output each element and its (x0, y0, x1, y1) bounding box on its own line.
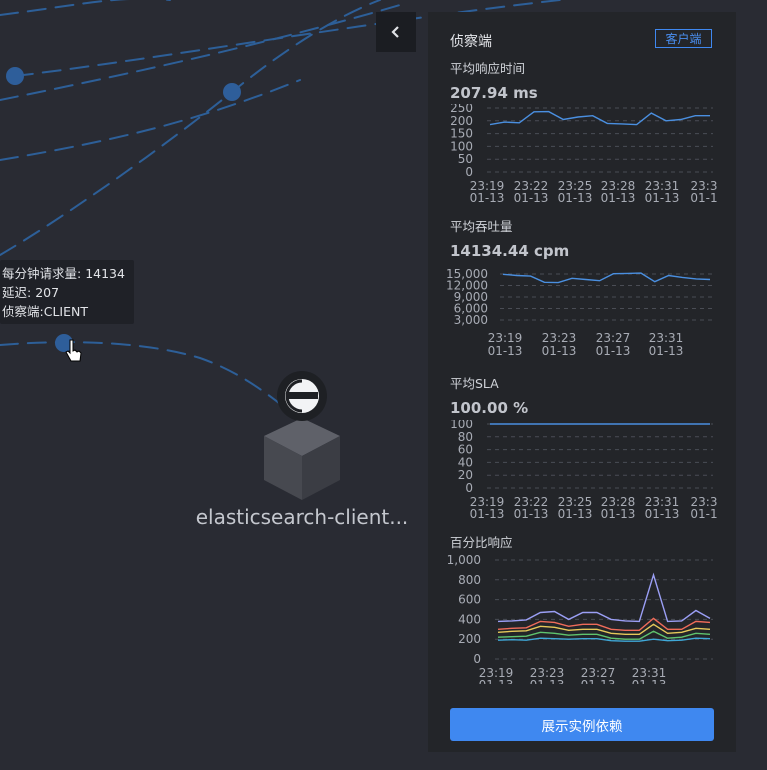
response-time-chart[interactable]: 25020015010050023:1901-1323:2201-1323:25… (428, 104, 736, 208)
topology-edge[interactable] (0, 0, 381, 256)
series-line (497, 572, 711, 623)
y-tick-label: 600 (458, 593, 481, 607)
y-tick-label: 0 (473, 652, 481, 666)
panel-title: 侦察端 (450, 34, 492, 50)
x-tick-date: 01-13 (596, 344, 631, 358)
avg-response-time-label: 平均响应时间 (450, 61, 526, 76)
tooltip-value: CLIENT (43, 304, 88, 319)
service-node[interactable] (264, 418, 340, 500)
avg-sla-value: 100.00 % (450, 399, 529, 417)
edge-tooltip: 每分钟请求量: 14134 延迟: 207 侦察端:CLIENT (0, 260, 134, 324)
client-badge[interactable]: 客户端 (655, 29, 712, 48)
elasticsearch-icon (277, 371, 327, 421)
x-tick-date: 01-13 (649, 344, 684, 358)
collapse-panel-button[interactable] (376, 12, 416, 52)
x-tick-time: 23:19 (488, 331, 523, 345)
y-tick-label: 400 (458, 612, 481, 626)
x-tick-time: 23:31 (649, 331, 684, 345)
x-tick-date: 01-13 (530, 678, 565, 684)
tooltip-label: 延迟: (2, 285, 36, 300)
x-tick-date: 01-13 (601, 191, 636, 205)
metrics-panel: 侦察端 客户端 平均响应时间 207.94 ms 250 200 150 100 50 0… (428, 12, 736, 752)
topology-edge[interactable] (0, 79, 301, 161)
chevron-left-icon (391, 26, 399, 38)
x-tick-date: 01-13 (558, 507, 593, 521)
series-line (489, 110, 710, 126)
avg-sla-label: 平均SLA (450, 376, 499, 391)
x-tick-date: 01-13 (542, 344, 577, 358)
x-tick-date: 01-13 (470, 507, 505, 521)
y-tick-label: 0 (465, 481, 473, 495)
tooltip-label: 侦察端: (2, 304, 44, 319)
show-instance-dependencies-button[interactable]: 展示实例依赖 (450, 708, 714, 741)
tooltip-value: 207 (35, 285, 60, 300)
topology-edge[interactable] (0, 0, 171, 16)
x-tick-date: 01-13 (645, 507, 680, 521)
sla-chart[interactable]: 10080604020023:1901-1323:2201-1323:2501-… (428, 420, 736, 524)
y-tick-label: 3,000 (454, 313, 488, 327)
percentile-response-label: 百分比响应 (450, 535, 513, 550)
x-tick-date: 01-13 (479, 678, 514, 684)
topology-edge[interactable] (0, 4, 401, 101)
throughput-chart[interactable]: 15,00012,0009,0006,0003,00023:1901-1323:… (428, 262, 736, 366)
x-tick-date: 01-13 (645, 191, 680, 205)
topology-edge[interactable] (0, 341, 301, 421)
y-tick-label: 200 (458, 632, 481, 646)
x-tick-date: 01-13 (601, 507, 636, 521)
y-tick-label: 1,000 (447, 553, 481, 567)
y-tick-label: 800 (458, 573, 481, 587)
x-tick-date: 01-13 (514, 191, 549, 205)
x-tick-date: 01-13 (470, 191, 505, 205)
avg-throughput-label: 平均吞吐量 (450, 219, 513, 234)
x-tick-date: 01-13 (581, 678, 616, 684)
x-tick-date: 01-13 (632, 678, 667, 684)
series-line (502, 272, 711, 284)
avg-throughput-value: 14134.44 cpm (450, 242, 570, 260)
x-tick-time: 23:23 (542, 331, 577, 345)
tooltip-label: 每分钟请求量: (2, 266, 86, 281)
series-line (497, 637, 711, 642)
x-tick-date: 01-13 (514, 507, 549, 521)
y-tick-label: 0 (465, 165, 473, 179)
x-tick-date: 01-1 (690, 191, 717, 205)
series-line (497, 617, 711, 632)
edge-node[interactable] (6, 67, 24, 85)
avg-response-time-value: 207.94 ms (450, 84, 538, 102)
x-tick-date: 01-13 (488, 344, 523, 358)
edge-node[interactable] (223, 83, 241, 101)
x-tick-date: 01-13 (558, 191, 593, 205)
tooltip-value: 14134 (85, 266, 125, 281)
x-tick-date: 01-1 (690, 507, 717, 521)
service-node-label[interactable]: elasticsearch-client... (192, 505, 412, 529)
percentile-response-chart[interactable]: 1,000800600400200023:1901-1323:2301-1323… (428, 552, 736, 684)
x-tick-time: 23:27 (596, 331, 631, 345)
